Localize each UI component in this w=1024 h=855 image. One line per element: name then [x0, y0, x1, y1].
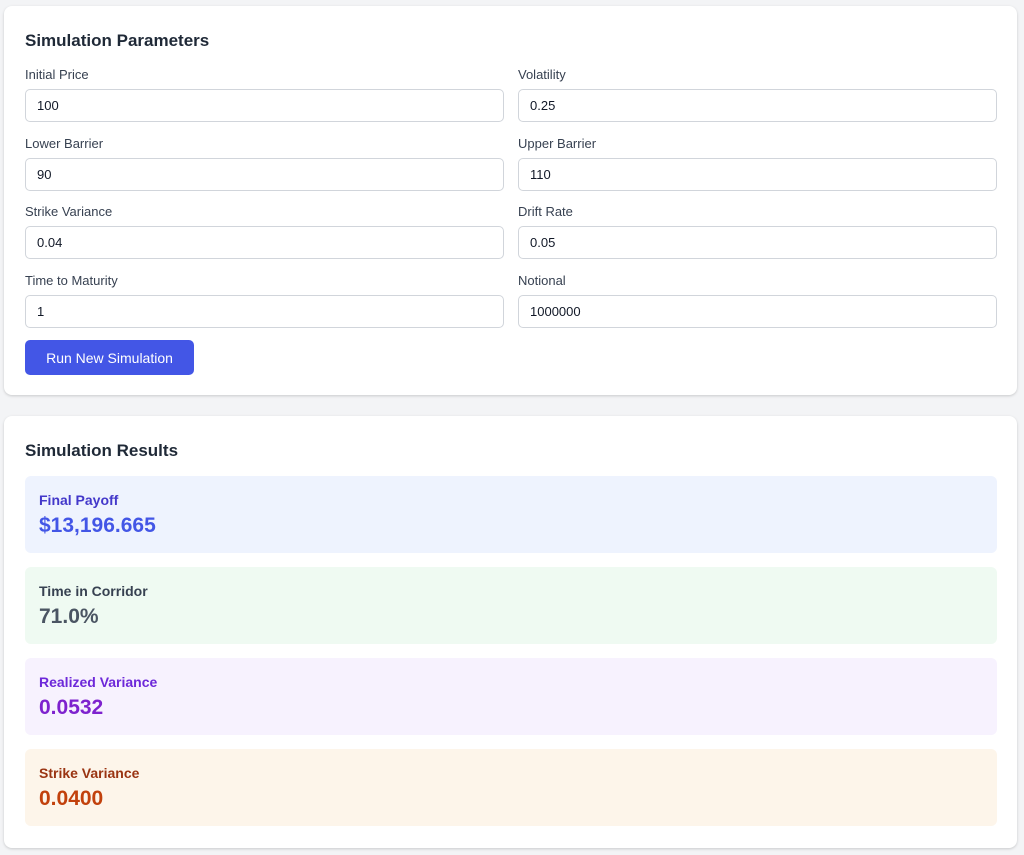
- run-new-simulation-button[interactable]: Run New Simulation: [25, 340, 194, 375]
- simulation-results-card: Simulation Results Final Payoff $13,196.…: [4, 416, 1017, 848]
- realized-variance-label: Realized Variance: [39, 674, 158, 690]
- initial-price-field-group: Initial Price: [25, 67, 504, 122]
- parameters-title: Simulation Parameters: [25, 31, 210, 50]
- lower-barrier-input[interactable]: [25, 158, 504, 191]
- time-to-maturity-input[interactable]: [25, 295, 504, 328]
- initial-price-label: Initial Price: [25, 67, 89, 82]
- notional-field-group: Notional: [518, 273, 997, 328]
- drift-rate-field-group: Drift Rate: [518, 204, 997, 259]
- strike-variance-result-box: Strike Variance 0.0400: [25, 749, 997, 826]
- final-payoff-box: Final Payoff $13,196.665: [25, 476, 997, 553]
- simulation-parameters-card: Simulation Parameters Initial Price Vola…: [4, 6, 1017, 395]
- final-payoff-value: $13,196.665: [39, 514, 156, 537]
- notional-input[interactable]: [518, 295, 997, 328]
- drift-rate-label: Drift Rate: [518, 204, 573, 219]
- strike-variance-label: Strike Variance: [25, 204, 113, 219]
- upper-barrier-field-group: Upper Barrier: [518, 136, 997, 191]
- strike-variance-result-label: Strike Variance: [39, 765, 140, 781]
- volatility-label: Volatility: [518, 67, 566, 82]
- volatility-input[interactable]: [518, 89, 997, 122]
- strike-variance-result-value: 0.0400: [39, 787, 104, 810]
- lower-barrier-field-group: Lower Barrier: [25, 136, 504, 191]
- volatility-field-group: Volatility: [518, 67, 997, 122]
- drift-rate-input[interactable]: [518, 226, 997, 259]
- realized-variance-value: 0.0532: [39, 696, 104, 719]
- final-payoff-label: Final Payoff: [39, 492, 119, 508]
- strike-variance-field-group: Strike Variance: [25, 204, 504, 259]
- time-in-corridor-value: 71.0%: [39, 605, 99, 628]
- time-in-corridor-label: Time in Corridor: [39, 583, 148, 599]
- initial-price-input[interactable]: [25, 89, 504, 122]
- notional-label: Notional: [518, 273, 566, 288]
- time-to-maturity-label: Time to Maturity: [25, 273, 118, 288]
- realized-variance-box: Realized Variance 0.0532: [25, 658, 997, 735]
- strike-variance-input[interactable]: [25, 226, 504, 259]
- results-title: Simulation Results: [25, 441, 179, 460]
- time-to-maturity-field-group: Time to Maturity: [25, 273, 504, 328]
- lower-barrier-label: Lower Barrier: [25, 136, 104, 151]
- time-in-corridor-box: Time in Corridor 71.0%: [25, 567, 997, 644]
- upper-barrier-label: Upper Barrier: [518, 136, 597, 151]
- upper-barrier-input[interactable]: [518, 158, 997, 191]
